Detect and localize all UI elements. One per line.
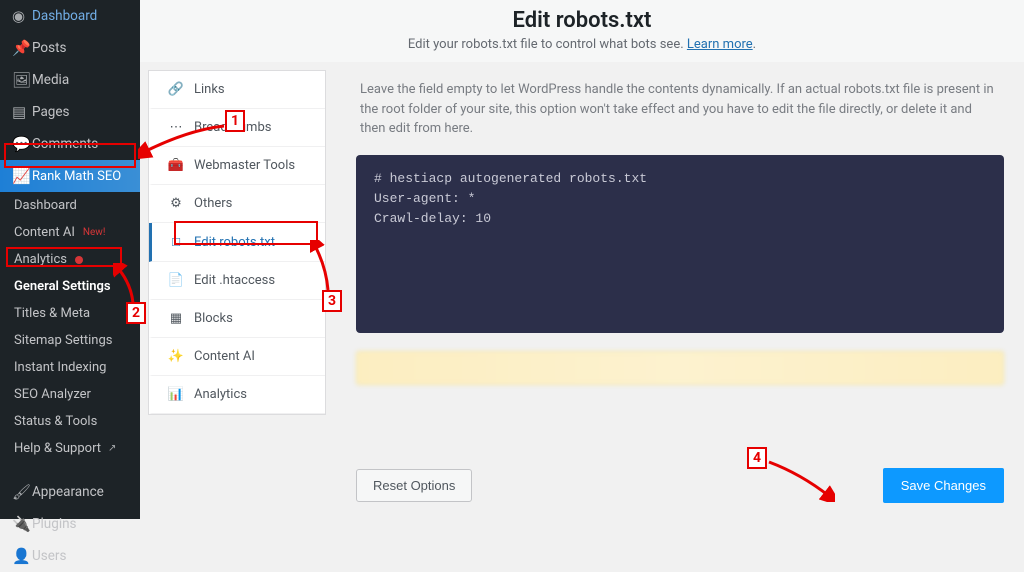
menu-plugins[interactable]: 🔌Plugins: [0, 508, 140, 540]
settings-tabs: 🔗Links ⋯Breadcrumbs 🧰Webmaster Tools ⚙Ot…: [148, 70, 326, 415]
tab-content-ai[interactable]: ✨Content AI: [149, 338, 325, 376]
submenu-analytics[interactable]: Analytics: [0, 246, 140, 273]
new-badge: New!: [83, 227, 106, 238]
menu-comments[interactable]: 💬Comments: [0, 128, 140, 160]
page-header: Edit robots.txt Edit your robots.txt fil…: [140, 0, 1024, 62]
tab-blocks[interactable]: ▦Blocks: [149, 300, 325, 338]
menu-posts[interactable]: 📌Posts: [0, 32, 140, 64]
plugin-icon: 🔌: [12, 515, 32, 533]
notification-dot: [75, 256, 83, 264]
wp-admin-sidebar: ◉Dashboard 📌Posts 🖼Media ▤Pages 💬Comment…: [0, 0, 140, 519]
comment-icon: 💬: [12, 135, 32, 153]
settings-form: Leave the field empty to let WordPress h…: [326, 62, 1024, 511]
page-title: Edit robots.txt: [140, 8, 1024, 33]
save-changes-button[interactable]: Save Changes: [883, 468, 1004, 503]
menu-appearance[interactable]: 🖌Appearance: [0, 476, 140, 508]
submenu-titles-meta[interactable]: Titles & Meta: [0, 300, 140, 327]
learn-more-link[interactable]: Learn more: [687, 37, 753, 52]
tab-others[interactable]: ⚙Others: [149, 185, 325, 223]
content-area: Edit robots.txt Edit your robots.txt fil…: [140, 0, 1024, 519]
page-icon: ▤: [12, 103, 32, 121]
submenu-general-settings[interactable]: General Settings: [0, 273, 140, 300]
analytics-icon: 📊: [168, 387, 184, 402]
robots-icon: □: [168, 234, 184, 250]
links-icon: 🔗: [168, 82, 184, 97]
toolbox-icon: 🧰: [168, 158, 184, 173]
brush-icon: 🖌: [12, 483, 32, 501]
tab-edit-htaccess[interactable]: 📄Edit .htaccess: [149, 262, 325, 300]
field-description: Leave the field empty to let WordPress h…: [356, 70, 1004, 155]
file-icon: 📄: [168, 273, 184, 288]
menu-users[interactable]: 👤Users: [0, 540, 140, 572]
form-footer: Reset Options Save Changes: [356, 468, 1004, 503]
submenu-instant-indexing[interactable]: Instant Indexing: [0, 354, 140, 381]
submenu-content-ai[interactable]: Content AINew!: [0, 219, 140, 246]
submenu-status-tools[interactable]: Status & Tools: [0, 408, 140, 435]
ai-icon: ✨: [168, 349, 184, 364]
gear-icon: ⚙: [168, 196, 184, 211]
tab-breadcrumbs[interactable]: ⋯Breadcrumbs: [149, 109, 325, 147]
tab-analytics[interactable]: 📊Analytics: [149, 376, 325, 414]
submenu-dashboard[interactable]: Dashboard: [0, 192, 140, 219]
submenu-seo-analyzer[interactable]: SEO Analyzer: [0, 381, 140, 408]
media-icon: 🖼: [12, 71, 32, 89]
menu-dashboard[interactable]: ◉Dashboard: [0, 0, 140, 32]
reset-options-button[interactable]: Reset Options: [356, 469, 472, 502]
tab-links[interactable]: 🔗Links: [149, 71, 325, 109]
menu-pages[interactable]: ▤Pages: [0, 96, 140, 128]
tab-edit-robots[interactable]: □Edit robots.txt: [149, 223, 325, 262]
user-icon: 👤: [12, 547, 32, 565]
submenu-sitemap-settings[interactable]: Sitemap Settings: [0, 327, 140, 354]
external-link-icon: ↗: [108, 443, 116, 454]
dashboard-icon: ◉: [12, 7, 32, 25]
menu-rank-math-seo[interactable]: 📈Rank Math SEO: [0, 160, 140, 192]
robots-txt-editor[interactable]: # hestiacp autogenerated robots.txt User…: [356, 155, 1004, 333]
submenu-help-support[interactable]: Help & Support↗: [0, 435, 140, 462]
tab-webmaster-tools[interactable]: 🧰Webmaster Tools: [149, 147, 325, 185]
blocks-icon: ▦: [168, 311, 184, 326]
rank-math-icon: 📈: [12, 167, 32, 185]
menu-media[interactable]: 🖼Media: [0, 64, 140, 96]
notice-bar: [356, 351, 1004, 385]
breadcrumbs-icon: ⋯: [168, 120, 184, 135]
pin-icon: 📌: [12, 39, 32, 57]
page-subtitle: Edit your robots.txt file to control wha…: [140, 37, 1024, 52]
